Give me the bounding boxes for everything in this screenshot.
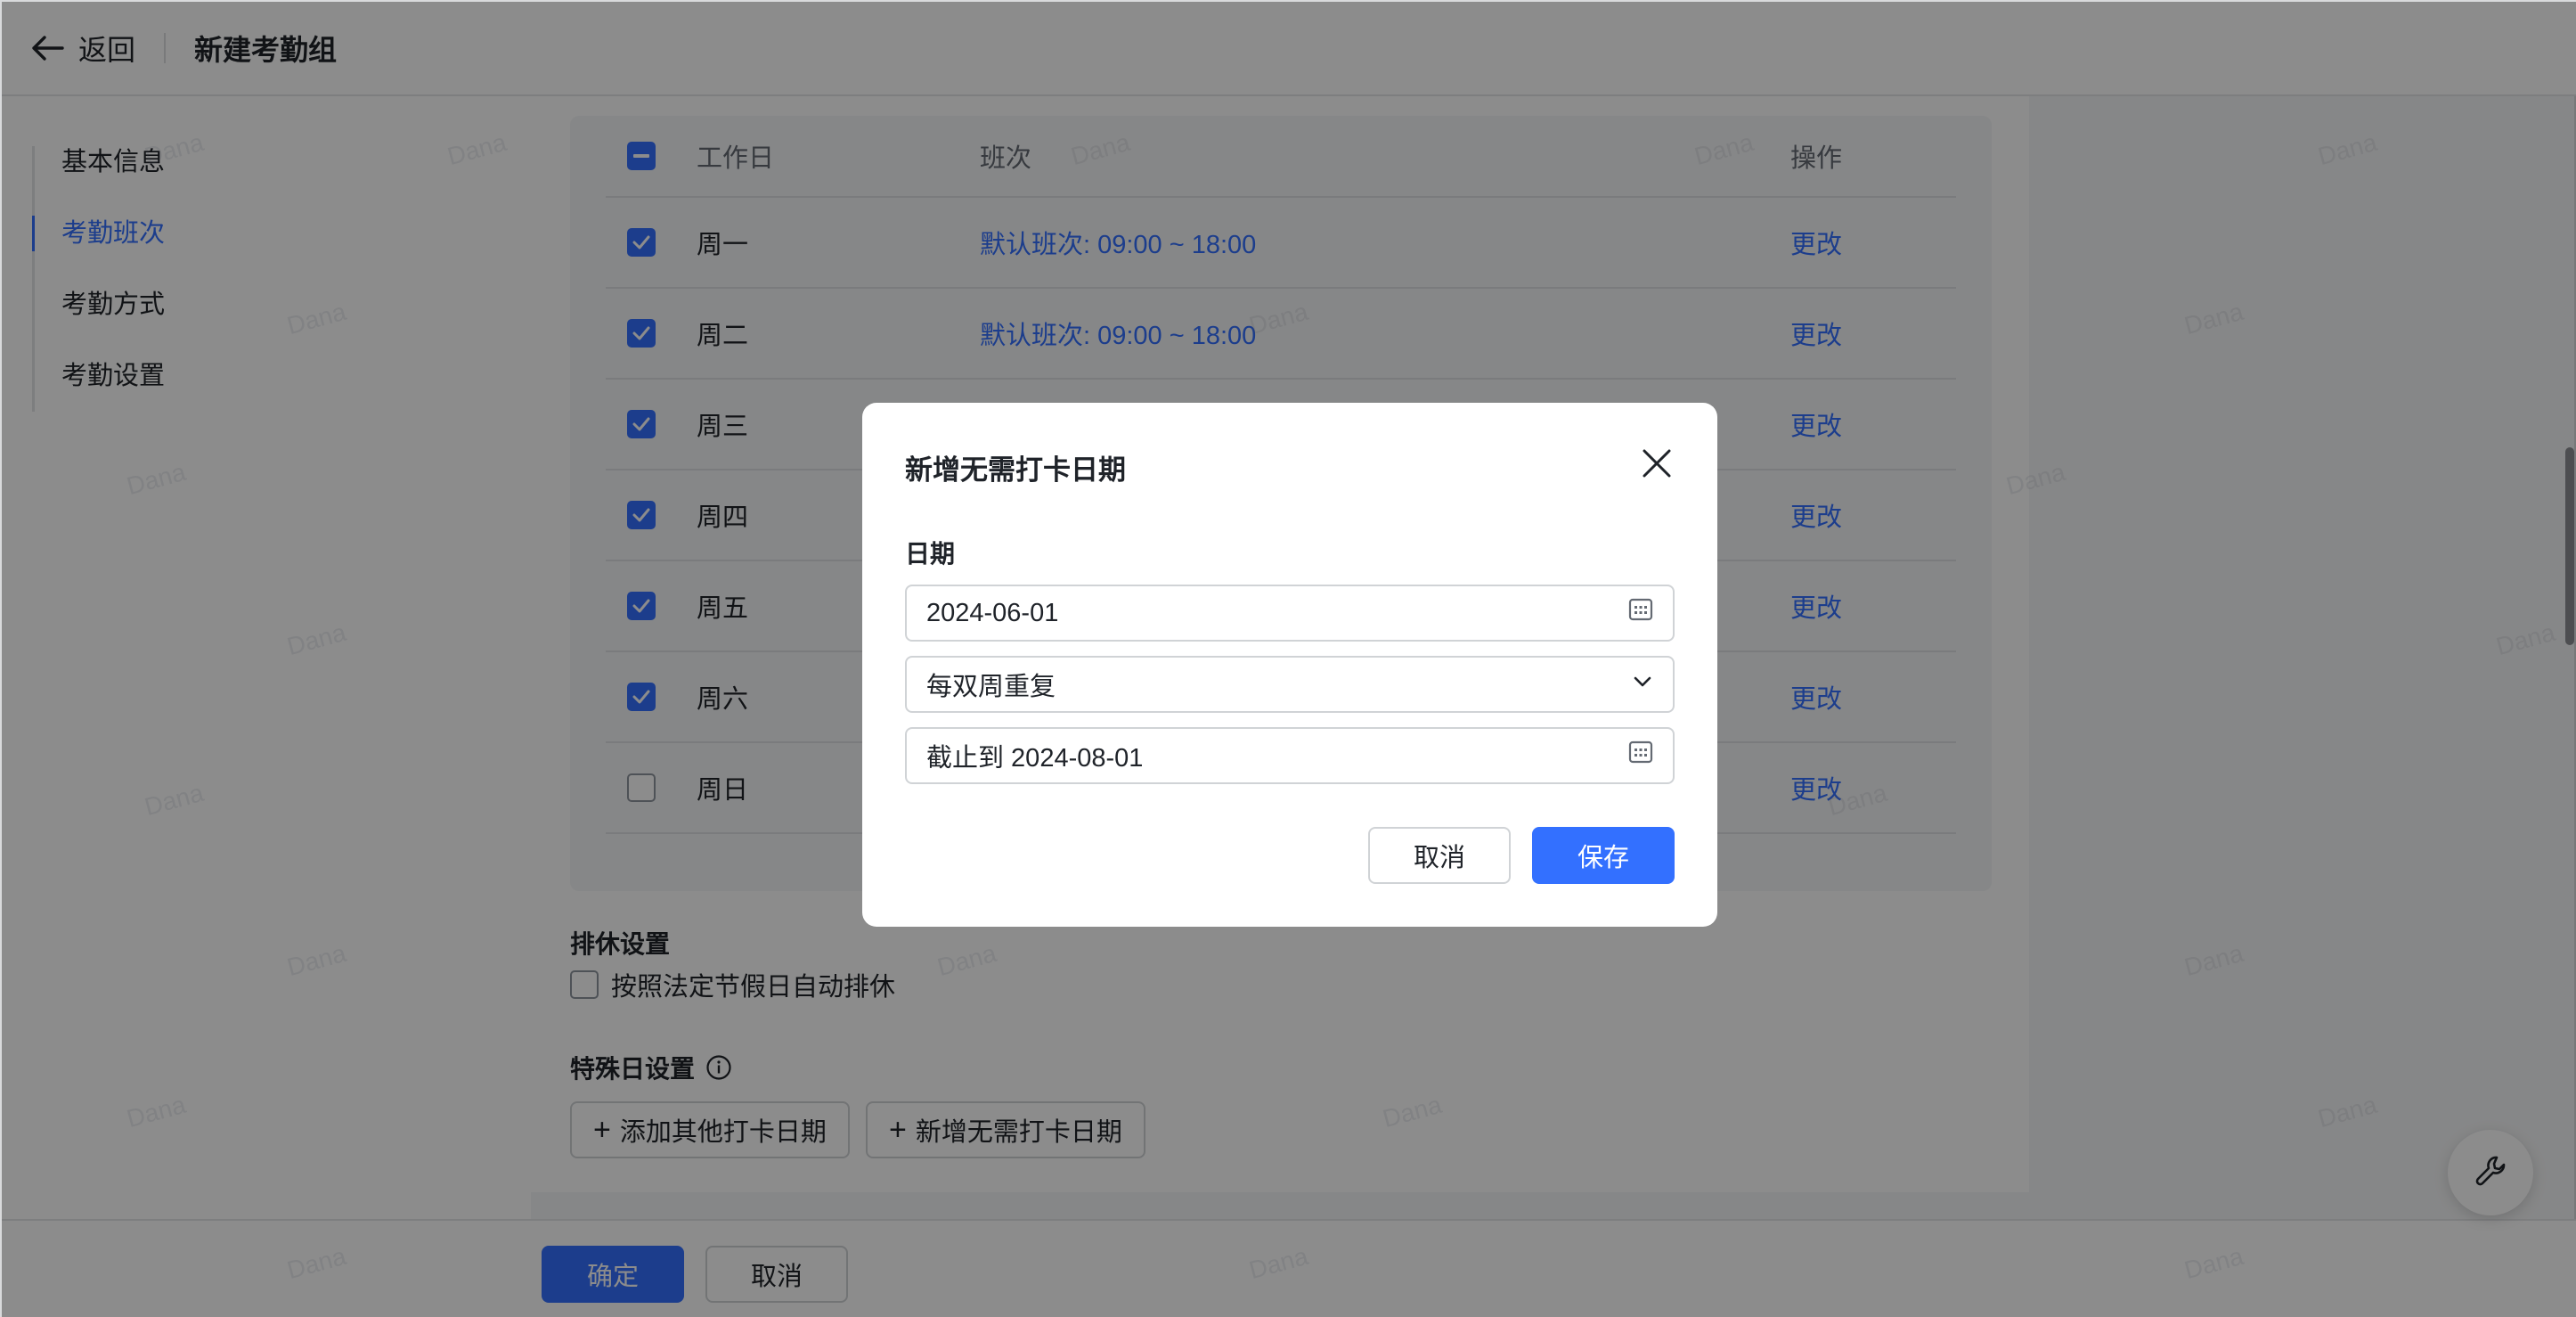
date-picker-input[interactable]: 2024-06-01 [905, 585, 1675, 642]
close-icon[interactable] [1639, 446, 1675, 481]
calendar-icon [1628, 740, 1653, 772]
repeat-select[interactable]: 每双周重复 [905, 656, 1675, 713]
end-date-picker-input[interactable]: 截止到 2024-08-01 [905, 727, 1675, 784]
add-no-clock-date-dialog: 新增无需打卡日期 日期 2024-06-01 每双周重复 截止到 2024-08… [862, 403, 1717, 927]
dialog-cancel-button[interactable]: 取消 [1368, 827, 1511, 884]
app-window: 返回 新建考勤组 基本信息 考勤班次 考勤方式 考勤设置 工作日 班次 操作 周… [0, 0, 2576, 1317]
date-value: 2024-06-01 [926, 598, 1059, 627]
date-field-label: 日期 [905, 540, 956, 568]
dialog-save-button[interactable]: 保存 [1532, 827, 1675, 884]
chevron-down-icon [1632, 670, 1653, 699]
end-date-value: 截止到 2024-08-01 [926, 744, 1144, 773]
dialog-title: 新增无需打卡日期 [905, 454, 1126, 486]
calendar-icon [1628, 597, 1653, 629]
repeat-value: 每双周重复 [926, 673, 1056, 701]
